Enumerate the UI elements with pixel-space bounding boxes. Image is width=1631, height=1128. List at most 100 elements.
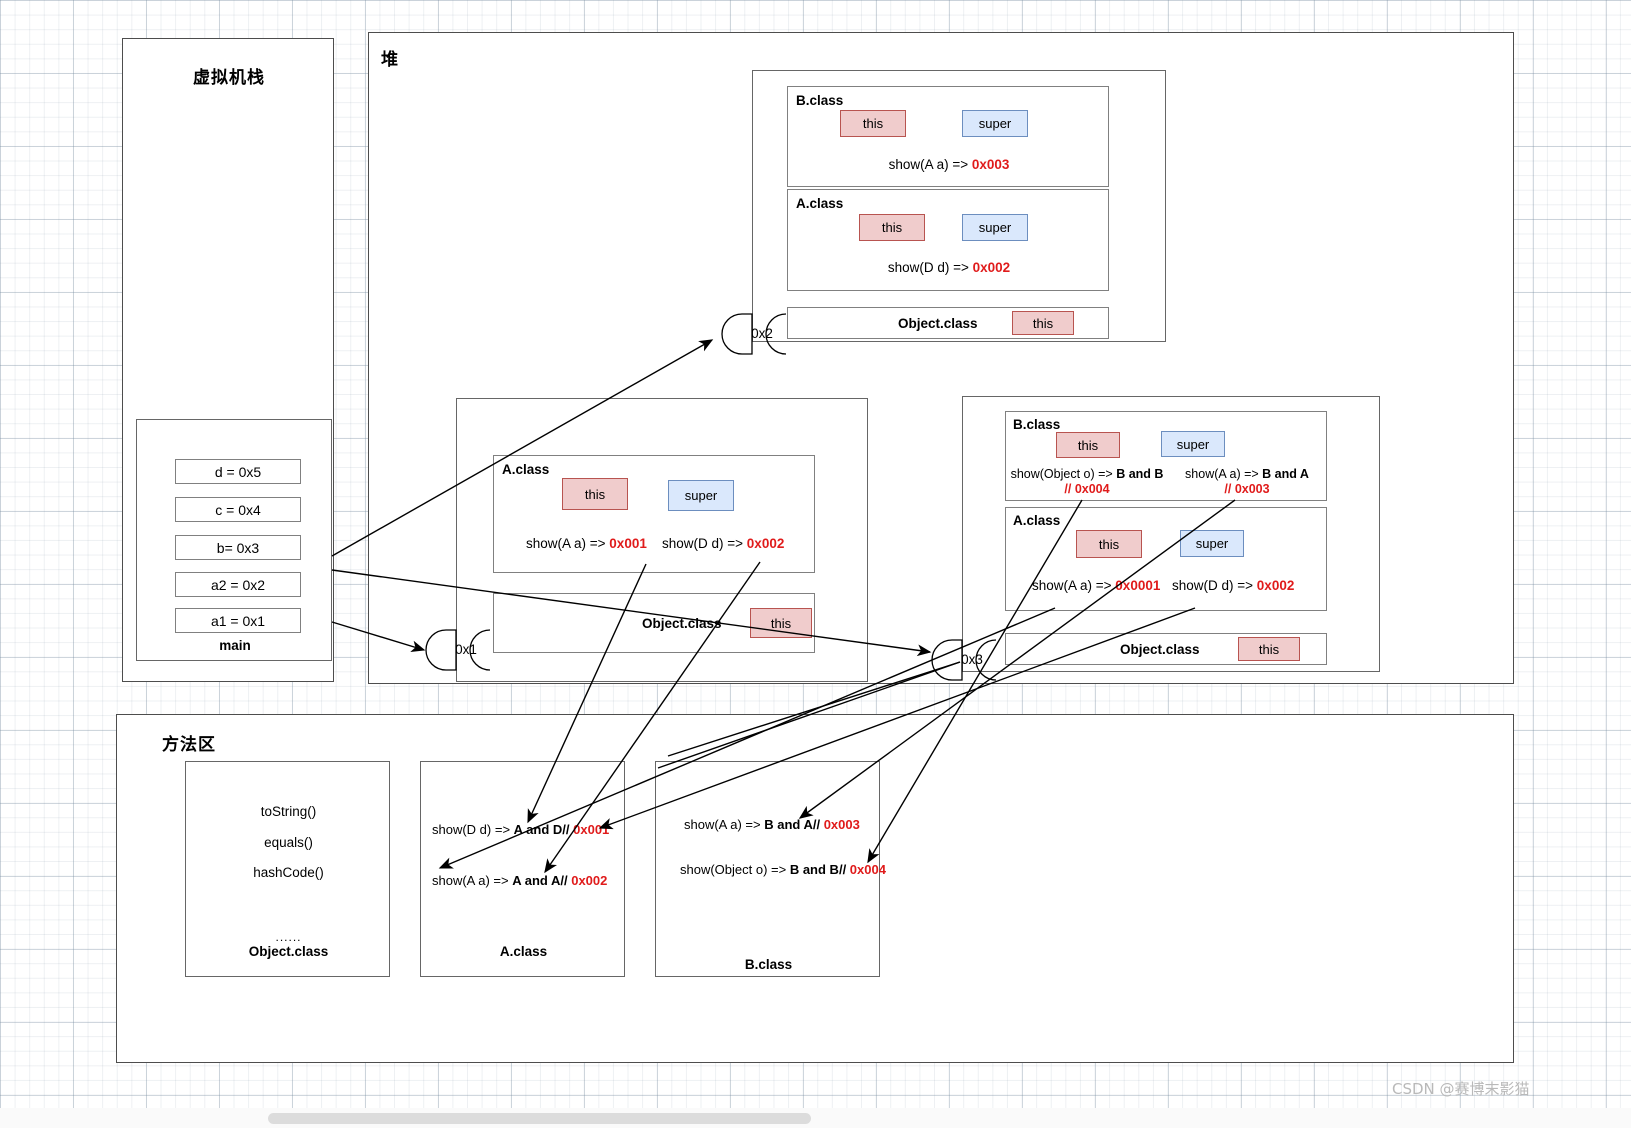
- heap-method-comment: // 0x003: [1224, 482, 1270, 496]
- method-area-entry: show(Object o) => B and B// 0x004: [680, 862, 886, 877]
- this-chip-label: this: [881, 220, 903, 235]
- heap-method-addr: 0x001: [609, 536, 647, 551]
- stack-var-1: c = 0x4: [175, 497, 301, 522]
- stack-var-label: d = 0x5: [214, 463, 262, 480]
- entry-bold: A and A: [512, 873, 561, 888]
- entry-sig: show(A a) =>: [684, 817, 765, 832]
- heap-method-entry: show(A a) => 0x001: [526, 536, 647, 551]
- watermark: CSDN @赛博末影猫: [1392, 1080, 1530, 1098]
- stack-var-label: a1 = 0x1: [210, 612, 266, 629]
- this-chip-label: this: [862, 116, 884, 131]
- this-chip: this: [1056, 432, 1120, 458]
- heap-object-0x3: B.class this super show(Object o) => B a…: [962, 396, 1380, 672]
- this-chip: this: [562, 478, 628, 510]
- heap-method-entry: show(Object o) => B and B // 0x004: [1008, 467, 1166, 497]
- horizontal-scrollbar-thumb[interactable]: [268, 1113, 811, 1124]
- heap-layer-a-class: A.class this super show(A a) => 0x0001 s…: [1005, 507, 1327, 611]
- heap-method-addr: 0x003: [971, 157, 1010, 172]
- heap-object-class-strip: Object.class this: [1005, 633, 1327, 665]
- this-chip: this: [1238, 637, 1300, 661]
- super-chip: super: [962, 214, 1028, 241]
- heap-layer-b-class: B.class this super show(A a) => 0x003: [787, 86, 1109, 187]
- this-chip-label: this: [1077, 437, 1099, 453]
- heap-method-sig: show(D d) =>: [662, 536, 747, 551]
- object-class-label: Object.class: [1120, 642, 1200, 657]
- heap-ref-label-0x3: 0x3: [961, 652, 983, 667]
- entry-comment: //: [562, 822, 574, 837]
- entry-comment: //: [812, 817, 824, 832]
- method-item: hashCode(): [253, 865, 324, 880]
- entry-addr: 0x002: [571, 873, 608, 888]
- heap-layer-class-name: A.class: [502, 462, 550, 477]
- method-area-entry: show(D d) => A and D// 0x001: [432, 822, 609, 837]
- heap-layer-class-name: B.class: [796, 93, 844, 108]
- heap-layer-b-class: B.class this super show(Object o) => B a…: [1005, 411, 1327, 501]
- heap-method-entry: show(A a) => 0x003: [788, 157, 1110, 172]
- stack-var-label: c = 0x4: [215, 501, 261, 518]
- stack-var-label: b= 0x3: [216, 539, 260, 556]
- heap-object-0x2: B.class this super show(A a) => 0x003 A.…: [752, 70, 1166, 342]
- this-chip-label: this: [1258, 641, 1280, 657]
- stack-frame-label: main: [219, 638, 251, 653]
- this-chip: this: [1076, 530, 1142, 558]
- heap-method-sig: show(Object o) =>: [1010, 467, 1117, 481]
- super-chip: super: [1161, 431, 1225, 457]
- method-area-panel-title: 方法区: [162, 735, 216, 754]
- this-chip: this: [750, 608, 812, 638]
- entry-sig: show(D d) =>: [432, 822, 514, 837]
- entry-bold: A and D: [513, 822, 563, 837]
- heap-layer-a-class: A.class this super show(A a) => 0x001 sh…: [493, 455, 815, 573]
- entry-addr: 0x004: [849, 862, 886, 877]
- heap-ref-label-0x2: 0x2: [751, 326, 773, 341]
- heap-method-addr: 0x002: [746, 536, 785, 551]
- ellipsis-dots: ......: [275, 930, 302, 944]
- super-chip-label: super: [978, 220, 1012, 235]
- stack-var-3: a2 = 0x2: [175, 572, 301, 597]
- entry-comment: //: [838, 862, 850, 877]
- this-chip-label: this: [584, 486, 606, 502]
- heap-panel-title: 堆: [381, 50, 399, 69]
- stack-var-label: a2 = 0x2: [210, 576, 266, 593]
- this-chip-label: this: [1032, 315, 1054, 331]
- heap-method-bold: B and B: [1116, 467, 1164, 481]
- heap-method-sig: show(A a) =>: [888, 157, 972, 172]
- heap-method-addr: 0x002: [972, 260, 1011, 275]
- method-area-class-name: Object.class: [248, 944, 329, 959]
- stack-panel-title: 虚拟机栈: [193, 68, 265, 87]
- heap-method-entry: show(A a) => 0x0001: [1032, 578, 1160, 593]
- heap-method-sig: show(A a) =>: [1032, 578, 1116, 593]
- entry-bold: B and A: [764, 817, 813, 832]
- method-area-class-object: toString() equals() hashCode() ...... Ob…: [185, 761, 390, 977]
- method-item: equals(): [264, 835, 313, 850]
- heap-layer-class-name: B.class: [1013, 417, 1061, 432]
- heap-method-entry: show(D d) => 0x002: [788, 260, 1110, 275]
- heap-method-entry: show(A a) => B and A // 0x003: [1168, 467, 1326, 497]
- super-chip: super: [668, 480, 734, 511]
- method-area-class-a: show(D d) => A and D// 0x001 show(A a) =…: [420, 761, 625, 977]
- entry-bold: B and B: [789, 862, 839, 877]
- method-area-class-name: B.class: [744, 957, 793, 972]
- method-area-entry: show(A a) => B and A// 0x003: [684, 817, 860, 832]
- heap-method-entry: show(D d) => 0x002: [1172, 578, 1294, 593]
- stack-frame-main: d = 0x5 c = 0x4 b= 0x3 a2 = 0x2 a1 = 0x1…: [136, 419, 332, 661]
- horizontal-scrollbar-track[interactable]: [0, 1108, 1631, 1128]
- entry-addr: 0x003: [823, 817, 860, 832]
- this-chip: this: [859, 214, 925, 241]
- heap-object-class-strip: Object.class this: [787, 307, 1109, 339]
- object-class-label: Object.class: [898, 316, 978, 331]
- object-class-label: Object.class: [642, 616, 722, 631]
- heap-layer-class-name: A.class: [796, 196, 844, 211]
- this-chip: this: [1012, 311, 1074, 335]
- heap-method-sig: show(D d) =>: [887, 260, 973, 275]
- heap-method-addr: 0x002: [1256, 578, 1295, 593]
- super-chip-label: super: [1176, 436, 1210, 452]
- stack-var-4: a1 = 0x1: [175, 608, 301, 633]
- super-chip: super: [962, 110, 1028, 137]
- super-chip-label: super: [684, 488, 718, 503]
- entry-addr: 0x001: [573, 822, 610, 837]
- heap-ref-label-0x1: 0x1: [455, 642, 477, 657]
- this-chip: this: [840, 110, 906, 137]
- heap-method-sig: show(A a) =>: [526, 536, 610, 551]
- heap-method-entry: show(D d) => 0x002: [662, 536, 784, 551]
- heap-object-class-strip: Object.class this: [493, 593, 815, 653]
